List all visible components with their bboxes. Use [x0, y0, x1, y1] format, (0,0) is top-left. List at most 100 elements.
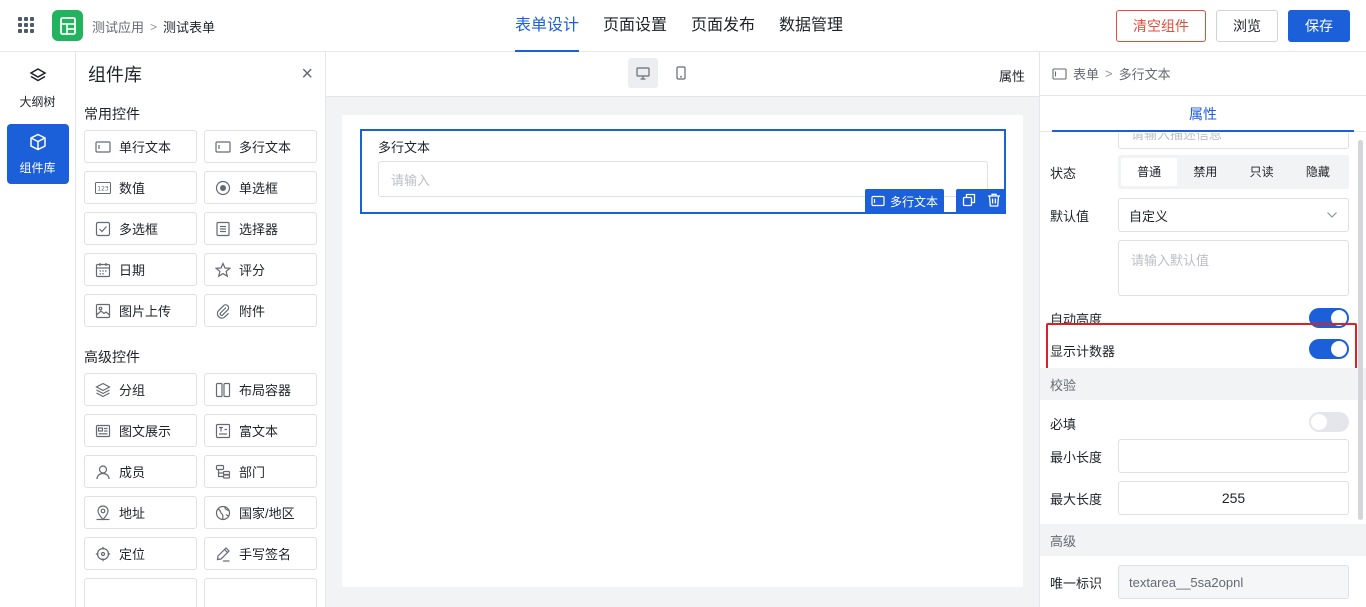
rail-item-outline-tree[interactable]: 大纲树	[7, 58, 69, 118]
form-card: 多行文本 请输入 多行文本	[342, 115, 1023, 587]
chevron-down-icon	[1327, 212, 1337, 218]
default-value-placeholder: 请输入默认值	[1131, 253, 1210, 268]
preview-button[interactable]: 浏览	[1216, 10, 1278, 42]
org-tree-icon	[215, 464, 231, 480]
close-icon[interactable]: ×	[301, 63, 313, 86]
app-logo-icon	[52, 10, 83, 41]
multi-line-text-icon	[215, 139, 231, 155]
tab-form-design[interactable]: 表单设计	[514, 0, 579, 52]
component-label: 手写签名	[239, 547, 292, 562]
description-input[interactable]: 请输入描述信息	[1118, 133, 1349, 149]
form-canvas: 多行文本 请输入 多行文本	[326, 97, 1039, 607]
clear-components-button[interactable]: 清空组件	[1116, 10, 1206, 42]
component-partial[interactable]	[84, 578, 197, 607]
min-length-input[interactable]	[1118, 439, 1349, 473]
status-label: 状态	[1050, 166, 1077, 181]
unique-id-input[interactable]: textarea__5sa2opnl	[1118, 565, 1349, 599]
component-department[interactable]: 部门	[204, 455, 317, 488]
component-label: 国家/地区	[239, 506, 295, 521]
component-address[interactable]: 地址	[84, 496, 197, 529]
component-location[interactable]: 定位	[84, 537, 197, 570]
component-rating[interactable]: 评分	[204, 253, 317, 286]
panel-scrollbar[interactable]	[1358, 140, 1363, 520]
component-radio[interactable]: 单选框	[204, 171, 317, 204]
save-button[interactable]: 保存	[1288, 10, 1350, 42]
copy-icon[interactable]	[962, 193, 976, 210]
tab-page-settings[interactable]: 页面设置	[603, 0, 667, 52]
default-value-select[interactable]: 自定义	[1118, 198, 1349, 232]
component-label: 图文展示	[119, 424, 172, 439]
panel-breadcrumb: 表单 > 多行文本	[1040, 52, 1366, 96]
unique-id-value: textarea__5sa2opnl	[1129, 574, 1244, 590]
rail-item-component-library[interactable]: 组件库	[6, 124, 69, 184]
tab-page-publish[interactable]: 页面发布	[691, 0, 755, 52]
status-option-normal[interactable]: 普通	[1121, 158, 1178, 186]
selected-field[interactable]: 多行文本 请输入 多行文本	[360, 129, 1006, 214]
component-rich-text[interactable]: 富文本	[204, 414, 317, 447]
rich-text-icon	[215, 423, 231, 439]
status-option-hidden[interactable]: 隐藏	[1290, 158, 1346, 186]
columns-icon	[215, 382, 231, 398]
number-icon-glyph: 123	[97, 185, 109, 192]
breadcrumb-app[interactable]: 测试应用	[92, 17, 144, 36]
component-number[interactable]: 123 数值	[84, 171, 197, 204]
component-layout-container[interactable]: 布局容器	[204, 373, 317, 406]
component-checkbox[interactable]: 多选框	[84, 212, 197, 245]
component-label: 选择器	[239, 222, 279, 237]
component-select[interactable]: 选择器	[204, 212, 317, 245]
component-image-upload[interactable]: 图片上传	[84, 294, 197, 327]
library-title: 组件库	[88, 65, 142, 85]
canvas-property-label[interactable]: 属性	[999, 66, 1025, 85]
max-length-label: 最大长度	[1050, 492, 1103, 507]
left-rail: 大纲树 组件库	[0, 52, 76, 607]
tab-data-management[interactable]: 数据管理	[779, 0, 843, 52]
group-title-advanced: 高级控件	[84, 349, 140, 365]
component-label: 成员	[119, 465, 146, 480]
mobile-view-button[interactable]	[666, 58, 696, 88]
component-member[interactable]: 成员	[84, 455, 197, 488]
apps-grid-icon[interactable]	[18, 17, 34, 33]
advanced-components-grid: 分组 布局容器 图文展示 富文本 成员 部门 地址 国家/地区 定位 手写签名	[76, 373, 325, 607]
show-counter-toggle[interactable]	[1309, 339, 1349, 359]
layers-icon	[28, 67, 47, 88]
component-signature[interactable]: 手写签名	[204, 537, 317, 570]
component-label: 单选框	[239, 181, 279, 196]
select-icon	[215, 221, 231, 237]
component-label: 附件	[239, 304, 266, 319]
desktop-view-button[interactable]	[628, 58, 658, 88]
component-library-panel: 组件库 × 常用控件 单行文本 多行文本 123 数值 单选框 多选框 选择器	[76, 52, 326, 607]
component-image-text[interactable]: 图文展示	[84, 414, 197, 447]
component-label: 分组	[119, 383, 146, 398]
component-label: 布局容器	[239, 383, 292, 398]
component-attachment[interactable]: 附件	[204, 294, 317, 327]
status-option-disabled[interactable]: 禁用	[1177, 158, 1233, 186]
component-multi-line-text[interactable]: 多行文本	[204, 130, 317, 163]
top-bar: 测试应用 > 测试表单 表单设计 页面设置 页面发布 数据管理 清空组件 浏览 …	[0, 0, 1366, 52]
component-partial[interactable]	[204, 578, 317, 607]
property-panel: 表单 > 多行文本 属性 请输入描述信息 状态 普通 禁用 只读 隐藏 默认值 …	[1039, 52, 1366, 607]
component-label: 单行文本	[119, 140, 172, 155]
breadcrumb: 测试应用 > 测试表单	[92, 17, 215, 36]
component-label: 评分	[239, 263, 266, 278]
checkbox-icon	[95, 221, 111, 237]
delete-icon[interactable]	[987, 193, 1001, 210]
max-length-input[interactable]: 255	[1118, 481, 1349, 515]
panel-breadcrumb-form[interactable]: 表单	[1073, 64, 1099, 83]
max-length-value: 255	[1221, 490, 1246, 506]
status-option-readonly[interactable]: 只读	[1234, 158, 1290, 186]
component-group[interactable]: 分组	[84, 373, 197, 406]
rail-item-label: 大纲树	[19, 94, 56, 109]
default-value-textarea[interactable]: 请输入默认值	[1118, 240, 1349, 296]
component-country-region[interactable]: 国家/地区	[204, 496, 317, 529]
component-date[interactable]: 日期	[84, 253, 197, 286]
show-counter-label: 显示计数器	[1050, 344, 1116, 359]
component-single-line-text[interactable]: 单行文本	[84, 130, 197, 163]
section-advanced: 高级	[1040, 524, 1366, 556]
required-toggle[interactable]	[1309, 412, 1349, 432]
tab-properties[interactable]: 属性	[1189, 96, 1217, 132]
tab-underline	[1052, 130, 1354, 132]
min-length-label: 最小长度	[1050, 450, 1103, 465]
map-pin-icon	[95, 504, 111, 521]
single-line-text-icon	[95, 139, 111, 155]
canvas-toolbar: 属性	[326, 52, 1039, 97]
